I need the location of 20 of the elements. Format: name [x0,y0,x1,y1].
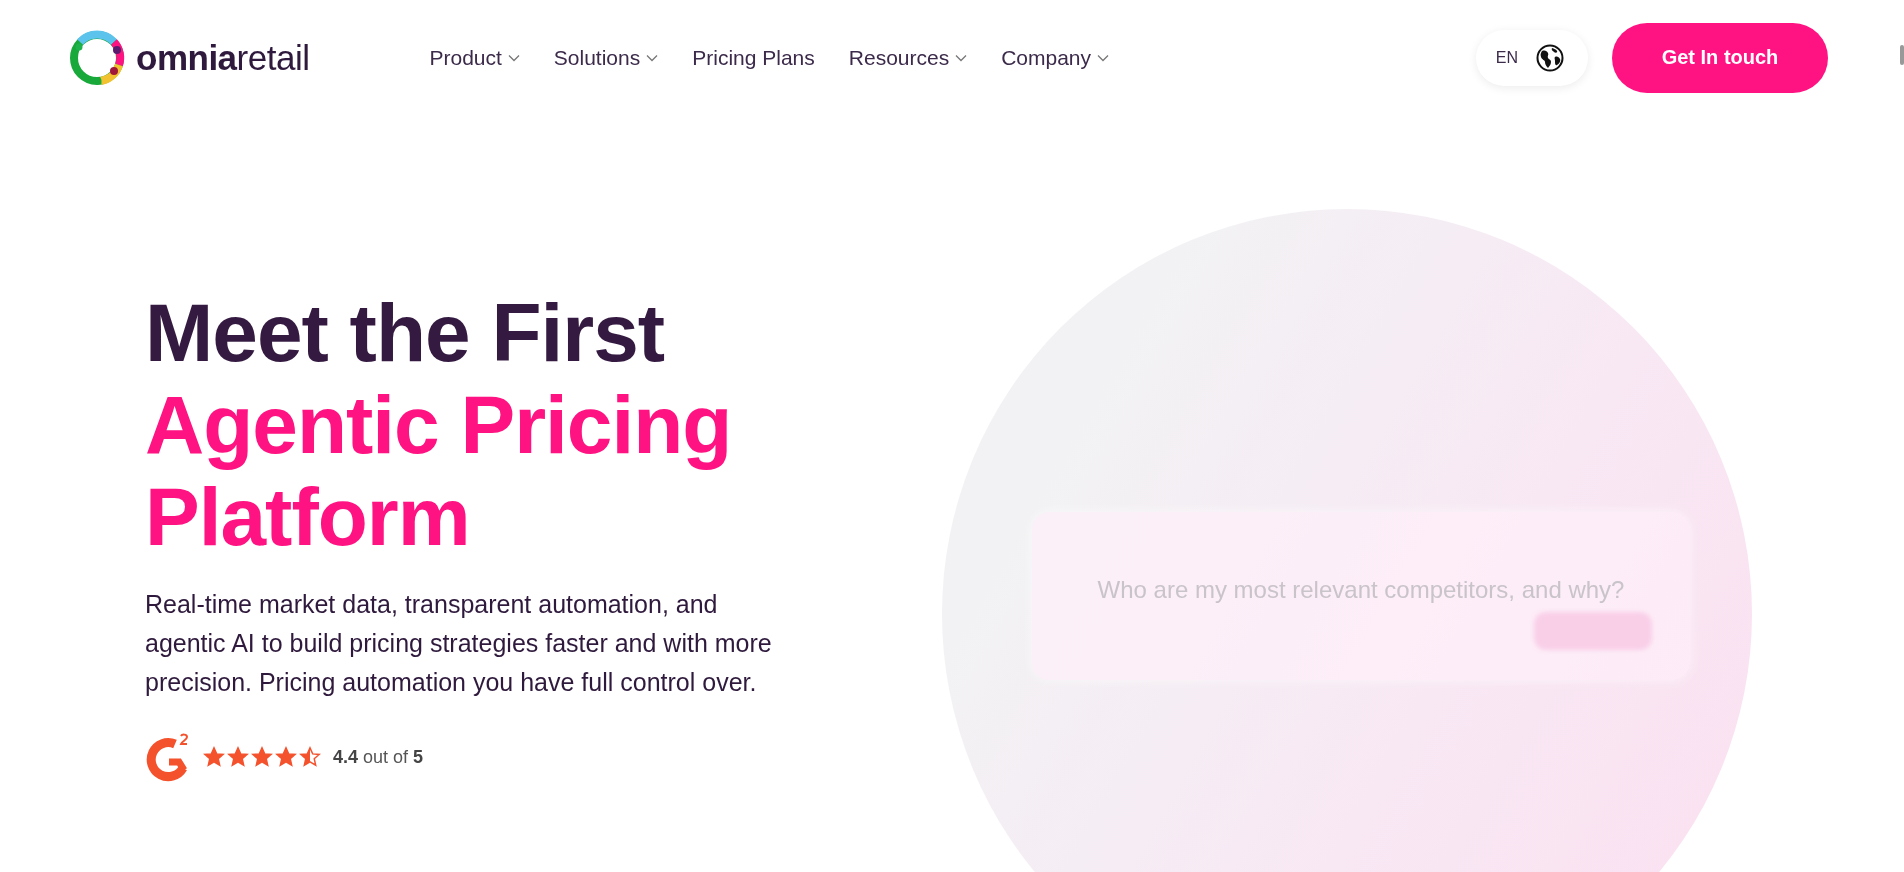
logo-link[interactable]: omniaretail [68,28,310,87]
hero-heading: Meet the First Agentic Pricing Platform [145,287,733,563]
star-icon [251,746,273,768]
star-icon [227,746,249,768]
nav-item[interactable]: Company [1001,45,1110,70]
globe-icon [1536,43,1564,72]
rating-text: 4.4 out of 5 [333,746,424,768]
language-button[interactable]: EN [1475,29,1588,86]
nav-item[interactable]: Product [429,45,520,70]
hero-description: Real-time market data, transparent automation, and agentic AI to build pricing strategies faster and with more precision. Pricing automation you have full control over. [145,589,773,698]
scrollbar-thumb[interactable] [1900,45,1904,65]
star-icon [203,746,225,768]
nav-item[interactable]: Pricing Plans [692,45,815,70]
ring-logo-icon [68,28,126,87]
get-in-touch-button[interactable]: Get In touch [1612,22,1828,93]
nav-item[interactable]: Resources [848,45,968,70]
nav-item[interactable]: Solutions [553,45,659,70]
star-icon [275,746,297,768]
star-icon [299,746,321,768]
logo-text: omniaretail [136,37,310,78]
